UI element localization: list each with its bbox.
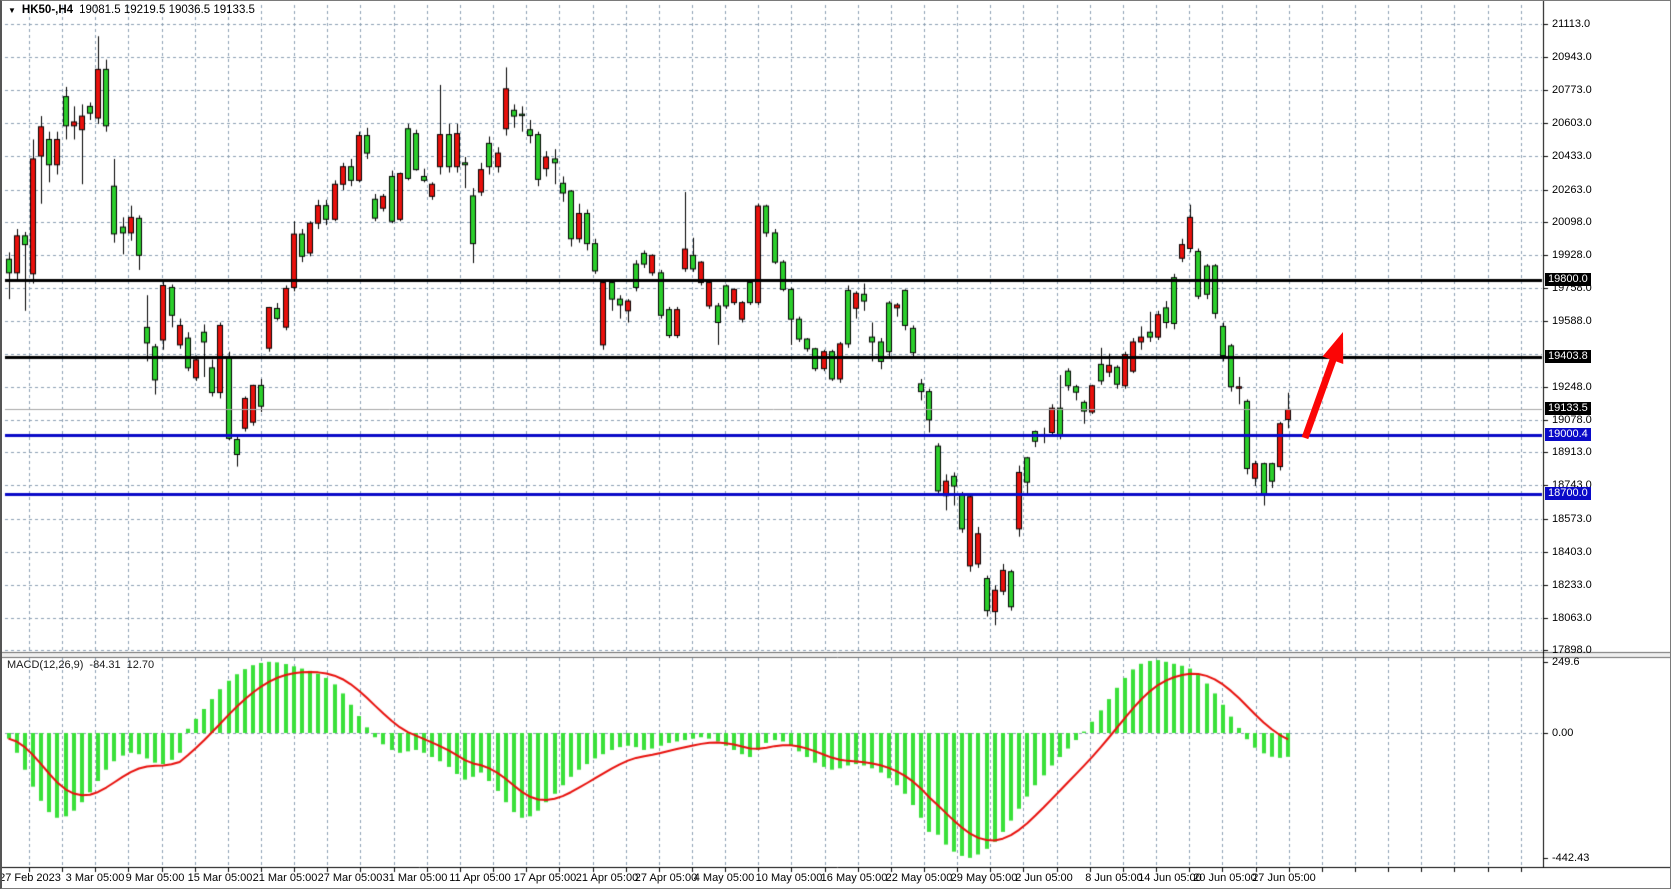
price-tick-label: 21113.0 (1552, 18, 1590, 30)
time-tick-label: 21 Mar 05:00 (253, 872, 318, 884)
macd-value: -84.31 (89, 659, 120, 671)
price-tick-label: 19078.0 (1552, 414, 1592, 426)
price-tick-label: 17898.0 (1552, 644, 1592, 656)
resistance-19403-tag: 19403.8 (1545, 350, 1591, 363)
price-tick-label: 20603.0 (1552, 117, 1592, 129)
time-tick-label: 15 Mar 05:00 (188, 872, 253, 884)
chart-window: ▼ HK50-,H4 19081.5 19219.5 19036.5 19133… (0, 0, 1671, 889)
price-tick-label: 18403.0 (1552, 546, 1592, 558)
time-tick-label: 4 May 05:00 (694, 872, 755, 884)
price-tick-label: 20773.0 (1552, 84, 1592, 96)
price-tick-label: 19248.0 (1552, 381, 1592, 393)
chart-title-bar: ▼ HK50-,H4 19081.5 19219.5 19036.5 19133… (8, 4, 255, 16)
symbol-timeframe-label: HK50-,H4 (22, 4, 73, 16)
support-19000-tag: 19000.4 (1545, 428, 1591, 441)
macd-tick-label: -442.43 (1552, 852, 1589, 864)
time-tick-label: 20 Jun 05:00 (1193, 872, 1257, 884)
time-tick-label: 9 Mar 05:00 (126, 872, 185, 884)
price-tick-label: 20098.0 (1552, 216, 1592, 228)
price-tick-label: 19928.0 (1552, 249, 1592, 261)
price-tick-label: 18573.0 (1552, 513, 1592, 525)
time-tick-label: 10 May 05:00 (756, 872, 823, 884)
time-tick-label: 8 Jun 05:00 (1085, 872, 1143, 884)
time-tick-label: 27 Apr 05:00 (635, 872, 697, 884)
time-tick-label: 11 Apr 05:00 (449, 872, 511, 884)
price-tick-label: 18233.0 (1552, 579, 1592, 591)
price-tick-label: 20943.0 (1552, 51, 1592, 63)
resistance-19800-tag: 19800.0 (1545, 273, 1591, 286)
time-tick-label: 27 Jun 05:00 (1252, 872, 1316, 884)
symbol-dropdown-icon[interactable]: ▼ (8, 6, 16, 15)
price-tick-label: 19588.0 (1552, 315, 1592, 327)
price-tick-label: 18063.0 (1552, 612, 1592, 624)
current-price-line-tag: 19133.5 (1545, 402, 1591, 415)
time-tick-label: 27 Feb 2023 (0, 872, 61, 884)
ohlc-readout: 19081.5 19219.5 19036.5 19133.5 (79, 4, 255, 16)
macd-name: MACD(12,26,9) (7, 659, 83, 671)
time-tick-label: 27 Mar 05:00 (318, 872, 383, 884)
macd-signal-value: 12.70 (127, 659, 155, 671)
time-tick-label: 16 May 05:00 (821, 872, 888, 884)
macd-tick-label: 0.00 (1552, 727, 1573, 739)
price-tick-label: 20263.0 (1552, 184, 1592, 196)
time-tick-label: 17 Apr 05:00 (514, 872, 576, 884)
trend-arrow-annotation[interactable] (1287, 314, 1361, 456)
time-tick-label: 31 Mar 05:00 (383, 872, 448, 884)
chart-canvas[interactable] (2, 1, 1671, 889)
macd-tick-label: 249.6 (1552, 656, 1580, 668)
macd-indicator-label: MACD(12,26,9) -84.31 12.70 (7, 659, 154, 671)
time-tick-label: 3 Mar 05:00 (66, 872, 125, 884)
price-tick-label: 18913.0 (1552, 446, 1592, 458)
price-tick-label: 20433.0 (1552, 150, 1592, 162)
time-tick-label: 21 Apr 05:00 (576, 872, 638, 884)
support-18700-tag: 18700.0 (1545, 487, 1591, 500)
time-tick-label: 22 May 05:00 (886, 872, 953, 884)
time-tick-label: 2 Jun 05:00 (1015, 872, 1073, 884)
time-tick-label: 29 May 05:00 (951, 872, 1018, 884)
